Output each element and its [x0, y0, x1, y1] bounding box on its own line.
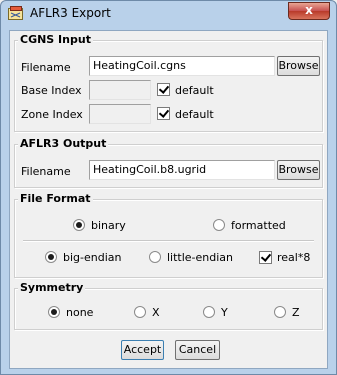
cancel-button[interactable]: Cancel: [175, 340, 220, 360]
zone-default-checkbox[interactable]: [157, 107, 170, 120]
title-bar[interactable]: AFLR3 Export x: [1, 1, 336, 25]
file-format-group: File Format binary formatted big-endian …: [14, 192, 323, 278]
symmetry-x-label: X: [152, 306, 160, 319]
symmetry-group: Symmetry none X Y Z: [14, 281, 323, 330]
base-index-label: Base Index: [21, 84, 82, 97]
zone-index-input[interactable]: [89, 104, 151, 124]
format-binary-radio[interactable]: [73, 219, 85, 231]
close-icon: x: [305, 3, 313, 17]
cgns-input-legend: CGNS Input: [18, 33, 93, 46]
zone-index-label: Zone Index: [21, 108, 83, 121]
symmetry-none-radio[interactable]: [48, 306, 60, 318]
app-icon: [8, 6, 23, 20]
aflr3-output-legend: AFLR3 Output: [18, 137, 109, 150]
symmetry-x-radio[interactable]: [134, 306, 146, 318]
format-separator: [23, 240, 314, 242]
real8-label: real*8: [277, 251, 311, 264]
symmetry-legend: Symmetry: [18, 281, 86, 294]
symmetry-z-label: Z: [292, 306, 300, 319]
cgns-filename-label: Filename: [21, 61, 71, 74]
base-index-input[interactable]: [89, 80, 151, 100]
zone-default-label: default: [175, 108, 214, 121]
big-endian-label: big-endian: [63, 251, 122, 264]
symmetry-y-radio[interactable]: [203, 306, 215, 318]
big-endian-radio[interactable]: [45, 251, 57, 263]
cgns-filename-input[interactable]: HeatingCoil.cgns: [89, 56, 275, 76]
format-formatted-radio[interactable]: [213, 219, 225, 231]
little-endian-label: little-endian: [167, 251, 234, 264]
window-title: AFLR3 Export: [30, 6, 111, 20]
aflr3-filename-label: Filename: [21, 165, 71, 178]
symmetry-y-label: Y: [221, 306, 228, 319]
aflr3-browse-button[interactable]: Browse: [277, 160, 320, 180]
base-default-label: default: [175, 84, 214, 97]
dialog-content: CGNS Input Filename HeatingCoil.cgns Bro…: [9, 30, 328, 369]
little-endian-radio[interactable]: [149, 251, 161, 263]
aflr3-output-group: AFLR3 Output Filename HeatingCoil.b8.ugr…: [14, 137, 323, 188]
base-default-checkbox[interactable]: [157, 83, 170, 96]
close-button[interactable]: x: [288, 2, 330, 20]
symmetry-z-radio[interactable]: [274, 306, 286, 318]
dialog-window: AFLR3 Export x CGNS Input Filename Heati…: [0, 0, 337, 375]
cgns-browse-button[interactable]: Browse: [277, 56, 320, 76]
accept-button[interactable]: Accept: [121, 340, 164, 360]
aflr3-filename-input[interactable]: HeatingCoil.b8.ugrid: [89, 160, 275, 180]
cgns-input-group: CGNS Input Filename HeatingCoil.cgns Bro…: [14, 33, 323, 132]
file-format-legend: File Format: [18, 192, 93, 205]
format-binary-label: binary: [91, 219, 126, 232]
real8-checkbox[interactable]: [259, 251, 272, 264]
symmetry-none-label: none: [66, 306, 94, 319]
format-formatted-label: formatted: [231, 219, 286, 232]
